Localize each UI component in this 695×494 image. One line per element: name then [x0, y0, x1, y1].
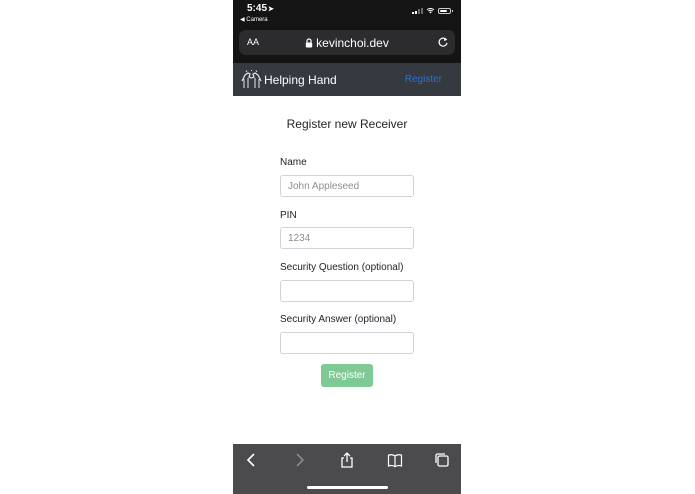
- helping-hands-logo-icon[interactable]: [241, 70, 262, 89]
- browser-chrome: 5:45➤ ◀ Camera AA kevinchoi.dev: [233, 0, 461, 63]
- location-arrow-icon: ➤: [268, 6, 274, 13]
- brand-name[interactable]: Helping Hand: [264, 73, 337, 87]
- battery-icon: [438, 8, 453, 14]
- share-icon[interactable]: [339, 452, 355, 468]
- back-to-app-link[interactable]: ◀ Camera: [240, 16, 268, 23]
- name-input[interactable]: [280, 175, 414, 197]
- back-icon[interactable]: [244, 452, 260, 468]
- security-answer-label: Security Answer (optional): [280, 314, 397, 325]
- home-indicator[interactable]: [307, 486, 388, 489]
- url-display[interactable]: kevinchoi.dev: [239, 36, 455, 50]
- bookmarks-icon[interactable]: [387, 452, 403, 468]
- register-button[interactable]: Register: [321, 364, 373, 387]
- site-navbar: Helping Hand Register: [233, 63, 461, 96]
- security-answer-input[interactable]: [280, 332, 414, 354]
- status-time: 5:45➤: [247, 3, 274, 14]
- security-question-label: Security Question (optional): [280, 262, 404, 273]
- url-text: kevinchoi.dev: [316, 36, 389, 50]
- wifi-icon: [426, 8, 435, 14]
- phone-screen: 5:45➤ ◀ Camera AA kevinchoi.dev Helping …: [233, 0, 461, 494]
- forward-icon[interactable]: [291, 452, 307, 468]
- tabs-icon[interactable]: [434, 452, 450, 468]
- cellular-signal-icon: [412, 8, 423, 14]
- nav-register-link[interactable]: Register: [405, 74, 442, 85]
- pin-input[interactable]: [280, 227, 414, 249]
- status-icons: [412, 8, 453, 14]
- lock-icon: [305, 38, 313, 48]
- name-label: Name: [280, 157, 307, 168]
- address-bar[interactable]: AA kevinchoi.dev: [239, 30, 455, 55]
- battery-level: [440, 10, 447, 12]
- pin-label: PIN: [280, 210, 297, 221]
- reload-icon[interactable]: [437, 36, 449, 48]
- page-title: Register new Receiver: [286, 117, 408, 131]
- security-question-input[interactable]: [280, 280, 414, 302]
